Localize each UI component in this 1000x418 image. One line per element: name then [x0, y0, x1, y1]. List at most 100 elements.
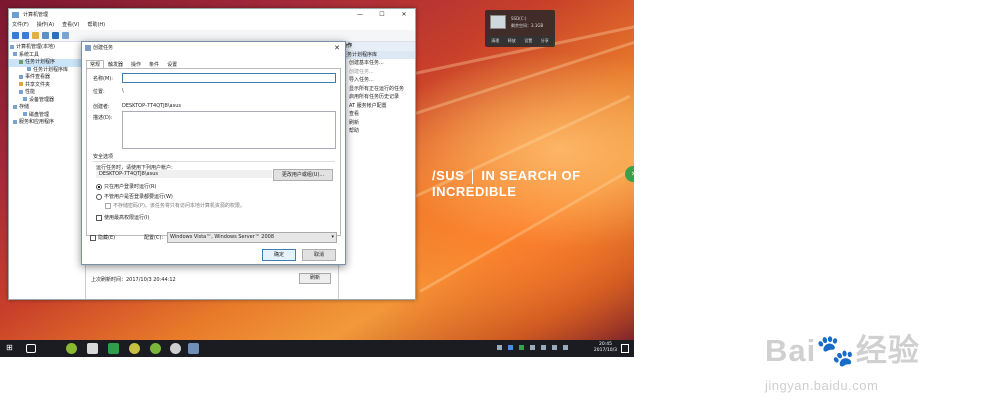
- menu-action[interactable]: 操作(A): [37, 21, 54, 30]
- tree-item-services-apps[interactable]: 服务和应用程序: [9, 119, 85, 127]
- tree-item-task-scheduler-library[interactable]: 任务计划程序库: [9, 67, 85, 75]
- action-enable-history[interactable]: 启用所有任务历史记录: [339, 93, 415, 102]
- app-icon-6[interactable]: [170, 343, 181, 354]
- action-view[interactable]: 查看: [339, 110, 415, 119]
- panel-icon[interactable]: [62, 32, 69, 39]
- taskbar: ⊞ 20:45 2017/10/3: [0, 340, 634, 357]
- security-title: 安全选项: [93, 153, 335, 162]
- location-value: \: [122, 88, 124, 94]
- name-input[interactable]: [122, 73, 336, 83]
- action-create-task[interactable]: 创建任务...: [339, 68, 415, 77]
- app-icon-3[interactable]: [108, 343, 119, 354]
- tree-item-shared-folders[interactable]: 共享文件夹: [9, 82, 85, 90]
- menu-file[interactable]: 文件(F): [12, 21, 29, 30]
- last-refresh-text: 上次刷新时间：2017/10/3 20:44:12: [91, 277, 176, 283]
- network-icon[interactable]: [541, 345, 546, 350]
- ssd-clean-button[interactable]: 清理: [491, 38, 499, 44]
- general-panel: 名称(M): 位置: \ 创建者: DESKTOP-7T4QTJ8\asus 描…: [86, 68, 341, 236]
- tree-item-performance[interactable]: 性能: [9, 89, 85, 97]
- actions-subheader: 任务计划程序库: [339, 51, 415, 59]
- notification-icon[interactable]: [621, 344, 629, 353]
- windows-start-icon[interactable]: ⊞: [6, 344, 14, 352]
- cancel-button[interactable]: 取消: [302, 249, 336, 261]
- ok-button[interactable]: 确定: [262, 249, 296, 261]
- back-icon[interactable]: [12, 32, 19, 39]
- asus-brand-logo: /SUS IN SEARCH OF INCREDIBLE: [432, 168, 581, 199]
- create-task-dialog: 创建任务 ✕ 常规 触发器 操作 条件 设置 名称(M): 位置: \ 创建者:…: [81, 41, 346, 265]
- tray-chevron-icon[interactable]: [497, 345, 502, 350]
- volume-icon[interactable]: [552, 345, 557, 350]
- navigation-tree: 计算机管理(本地) 系统工具 任务计划程序 任务计划程序库 事件查看器 共享文件…: [9, 42, 86, 299]
- tree-item-computer-management[interactable]: 计算机管理(本地): [9, 44, 85, 52]
- dialog-title: 创建任务: [93, 45, 114, 51]
- ssd-share-button[interactable]: 分享: [541, 38, 549, 44]
- no-store-password-checkbox[interactable]: 不存储密码(P)。该任务将只有访问本地计算机资源的权限。: [105, 202, 245, 209]
- taskbar-clock[interactable]: 20:45 2017/10/3: [594, 342, 617, 354]
- minimize-button[interactable]: —: [349, 9, 371, 21]
- maximize-button[interactable]: ☐: [371, 9, 393, 21]
- folder-icon[interactable]: [32, 32, 39, 39]
- ssd-usage: 剩余空间：3.1GB: [511, 23, 544, 28]
- dialog-titlebar[interactable]: 创建任务 ✕: [82, 42, 345, 54]
- action-at-service-config[interactable]: AT 服务帐户配置: [339, 102, 415, 111]
- watermark-logo: Bai🐾经验: [765, 333, 920, 368]
- input-method-icon[interactable]: [563, 345, 568, 350]
- app-icon-1[interactable]: [66, 343, 77, 354]
- task-view-icon[interactable]: [26, 344, 36, 353]
- radio-logged-on[interactable]: 只在用户登录时运行(R): [96, 183, 156, 190]
- window-title: 计算机管理: [23, 12, 49, 18]
- action-help[interactable]: 帮助: [339, 127, 415, 136]
- tray-app-icon[interactable]: [508, 345, 513, 350]
- ssd-settings-button[interactable]: 设置: [524, 38, 532, 44]
- tree-item-disk-management[interactable]: 磁盘管理: [9, 112, 85, 120]
- radio-whether-logged-on[interactable]: 不管用户是否登录都要运行(W): [96, 193, 173, 200]
- action-show-running-tasks[interactable]: 显示所有正在运行的任务: [339, 85, 415, 94]
- app-icon-5[interactable]: [150, 343, 161, 354]
- forward-icon[interactable]: [22, 32, 29, 39]
- close-button[interactable]: ✕: [393, 9, 415, 21]
- help-icon[interactable]: [52, 32, 59, 39]
- computer-management-icon: [12, 12, 19, 18]
- computer-management-taskbar-icon[interactable]: [188, 343, 199, 354]
- run-as-user: DESKTOP-7T4QTJ8\asus: [96, 170, 272, 178]
- config-select[interactable]: Windows Vista™, Windows Server™ 2008 ▾: [167, 232, 337, 243]
- tree-item-task-scheduler[interactable]: 任务计划程序: [9, 59, 85, 67]
- battery-icon[interactable]: [530, 345, 535, 350]
- description-textarea[interactable]: [122, 111, 336, 149]
- tray-security-icon[interactable]: [519, 345, 524, 350]
- action-import-task[interactable]: 导入任务...: [339, 76, 415, 85]
- file-explorer-icon[interactable]: [87, 343, 98, 354]
- radio-unselected-icon: [96, 193, 102, 200]
- tree-item-storage[interactable]: 存储: [9, 104, 85, 112]
- clock-date: 2017/10/3: [593, 348, 617, 353]
- tree-item-device-manager[interactable]: 设备管理器: [9, 97, 85, 105]
- app-icon-4[interactable]: [129, 343, 140, 354]
- tree-item-event-viewer[interactable]: 事件查看器: [9, 74, 85, 82]
- actions-header: 操作: [339, 42, 415, 51]
- action-refresh[interactable]: 刷新: [339, 119, 415, 128]
- highest-privileges-checkbox[interactable]: 使用最高权限运行(I): [96, 214, 149, 221]
- drive-icon: [490, 15, 506, 29]
- author-value: DESKTOP-7T4QTJ8\asus: [122, 103, 181, 109]
- task-icon: [85, 45, 91, 51]
- menu-view[interactable]: 查看(V): [62, 21, 79, 30]
- system-tray: [497, 345, 568, 350]
- ssd-release-button[interactable]: 释放: [508, 38, 516, 44]
- properties-icon[interactable]: [42, 32, 49, 39]
- security-options: 安全选项 运行任务时，请使用下列用户帐户: DESKTOP-7T4QTJ8\as…: [93, 153, 335, 221]
- dialog-close-icon[interactable]: ✕: [334, 42, 340, 54]
- arrow-right-icon[interactable]: ›: [625, 166, 634, 182]
- menu-help[interactable]: 帮助(H): [87, 21, 105, 30]
- ssd-widget: SSD(C:) 剩余空间：3.1GB 清理 释放 设置 分享: [485, 10, 555, 47]
- window-titlebar[interactable]: 计算机管理 — ☐ ✕: [9, 9, 415, 21]
- menu-bar: 文件(F) 操作(A) 查看(V) 帮助(H): [9, 21, 415, 30]
- ssd-title: SSD(C:): [511, 16, 527, 21]
- change-user-button[interactable]: 更改用户或组(U)...: [273, 169, 333, 181]
- config-label: 配置(C):: [144, 235, 164, 241]
- chevron-down-icon: ▾: [331, 234, 334, 240]
- tree-item-system-tools[interactable]: 系统工具: [9, 52, 85, 60]
- refresh-button[interactable]: 刷新: [299, 273, 331, 284]
- baidu-jingyan-watermark: Bai🐾经验 jingyan.baidu.com: [765, 325, 920, 393]
- action-create-basic-task[interactable]: 创建基本任务...: [339, 59, 415, 68]
- hidden-checkbox[interactable]: 隐藏(E): [90, 234, 115, 241]
